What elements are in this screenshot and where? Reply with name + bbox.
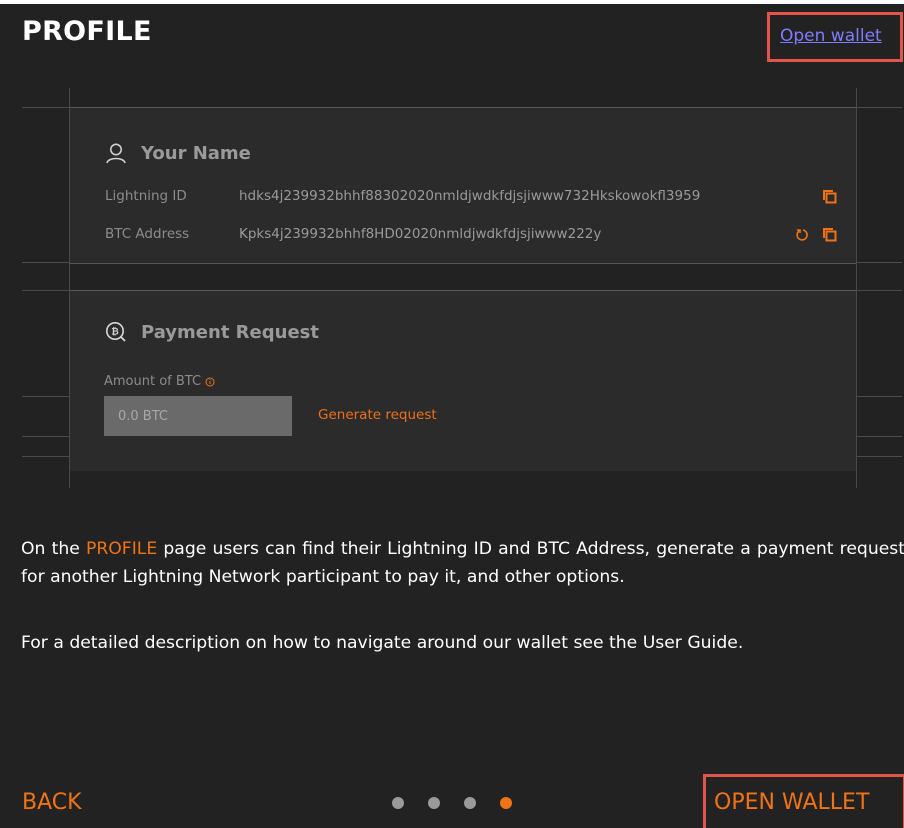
description-prefix: On the <box>21 539 86 559</box>
onboarding-frame: PROFILE Open wallet Your Name Lightning … <box>0 4 904 828</box>
open-wallet-button-label: OPEN WALLET <box>714 790 870 815</box>
copy-icon[interactable] <box>823 189 837 208</box>
amount-label: Amount of BTC <box>104 374 202 389</box>
amount-label-group: Amount of BTC <box>104 374 215 389</box>
open-wallet-link[interactable]: Open wallet <box>780 26 882 46</box>
lightning-id-label: Lightning ID <box>105 188 187 204</box>
pagination-dot-active[interactable] <box>500 797 512 809</box>
generate-request-link[interactable]: Generate request <box>318 407 437 423</box>
identity-card: Your Name Lightning ID hdks4j239932bhhf8… <box>70 107 856 264</box>
svg-text:₿: ₿ <box>111 327 118 338</box>
user-guide-link[interactable]: User Guide. <box>643 633 744 653</box>
payment-request-header: ₿ Payment Request <box>105 321 319 343</box>
bitcoin-search-icon: ₿ <box>106 322 126 342</box>
btc-address-value: Kpks4j239932bhhf8HD02020nmldjwdkfdjsjiww… <box>239 226 602 242</box>
grid-line <box>856 88 857 488</box>
lightning-id-row: Lightning ID hdks4j239932bhhf88302020nml… <box>105 188 700 204</box>
btc-address-label: BTC Address <box>105 226 190 242</box>
guide-prefix: For a detailed description on how to nav… <box>21 633 643 653</box>
page-description: On the PROFILE page users can find their… <box>21 535 904 591</box>
pagination-dot[interactable] <box>464 797 476 809</box>
page-title: PROFILE <box>22 16 152 47</box>
amount-input[interactable] <box>104 396 292 436</box>
lightning-id-value: hdks4j239932bhhf88302020nmldjwdkfdjsjiww… <box>239 188 701 204</box>
identity-header: Your Name <box>105 142 251 164</box>
copy-icon[interactable] <box>823 227 837 246</box>
open-wallet-highlight: Open wallet <box>767 12 903 62</box>
open-wallet-button[interactable]: OPEN WALLET <box>703 774 904 828</box>
pagination-dot[interactable] <box>428 797 440 809</box>
refresh-icon[interactable] <box>796 227 810 246</box>
info-icon[interactable] <box>205 377 215 387</box>
back-button[interactable]: BACK <box>22 790 82 815</box>
user-name: Your Name <box>141 142 251 164</box>
btc-address-row: BTC Address Kpks4j239932bhhf8HD02020nmld… <box>105 226 601 242</box>
guide-line: For a detailed description on how to nav… <box>21 629 743 657</box>
description-highlight: PROFILE <box>85 539 158 559</box>
payment-request-title: Payment Request <box>141 321 319 343</box>
user-icon <box>106 143 126 164</box>
pagination-dots <box>392 797 512 809</box>
pagination-dot[interactable] <box>392 797 404 809</box>
